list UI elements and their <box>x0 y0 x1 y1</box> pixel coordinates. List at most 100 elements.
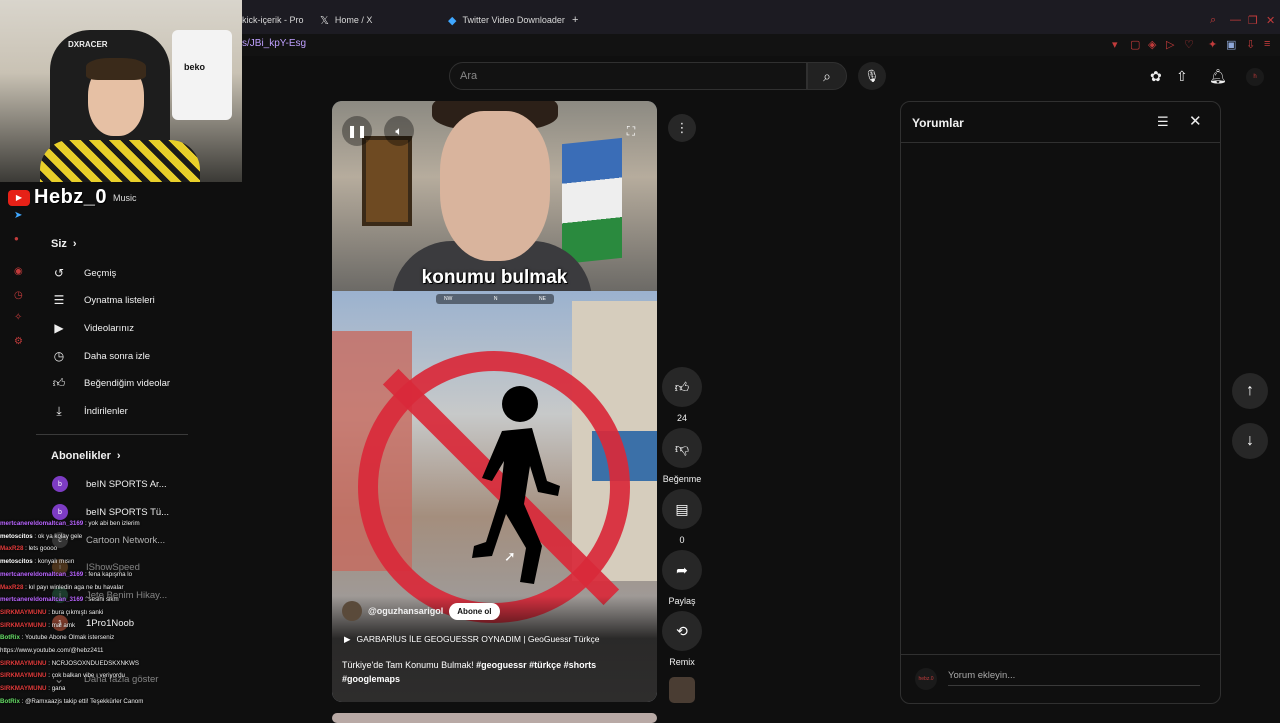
sidebar-item-your-videos[interactable]: ▶ Videolarınız <box>52 318 134 338</box>
close-comments-icon[interactable]: ✕ <box>1189 112 1202 130</box>
share-action[interactable]: ➦ Paylaş <box>662 550 702 606</box>
new-tab-button[interactable]: + <box>572 10 578 30</box>
next-video-button[interactable]: ↓ <box>1232 423 1268 459</box>
chat-username: SIRKMAYMUNU <box>0 672 47 680</box>
like-action[interactable]: 👍︎ 24 <box>662 367 702 423</box>
sidebar-divider <box>36 434 188 435</box>
channel-avatar[interactable] <box>342 601 362 621</box>
close-icon[interactable]: ✕ <box>1266 14 1275 27</box>
minimize-icon[interactable]: — <box>1230 14 1241 26</box>
extension-icon[interactable]: ✦ <box>1208 38 1217 51</box>
pause-button[interactable]: ❚❚ <box>342 116 372 146</box>
remix-icon[interactable]: ⟲ <box>662 611 702 651</box>
sound-thumbnail[interactable] <box>669 677 695 703</box>
sort-comments-icon[interactable]: ☰ <box>1157 114 1169 130</box>
maximize-icon[interactable]: ❐ <box>1248 14 1258 27</box>
sidebar-item-liked-videos[interactable]: 👍︎ Beğendiğim videolar <box>52 373 170 393</box>
play-icon[interactable]: ▷ <box>1166 38 1174 51</box>
screenshot-icon[interactable]: ▢ <box>1130 38 1140 51</box>
shorts-video-player[interactable]: konumu bulmak NW N NE ❚❚ 🔈︎ ⛶ @oguzhansa… <box>332 101 657 702</box>
stream-chat-overlay: mertcanereldomaltcan_3169 : yok abi ben … <box>0 518 200 709</box>
chat-text: sesini sikm <box>88 596 119 604</box>
play-circle-icon[interactable]: ◉ <box>14 266 23 277</box>
chat-text: ok ya kolay gele <box>37 532 83 540</box>
upload-icon[interactable]: ⇧ <box>1176 68 1188 85</box>
more-vert-icon: ⋮ <box>675 120 689 135</box>
sidebar-item-history[interactable]: ↺ Geçmiş <box>52 263 116 283</box>
previous-video-button[interactable]: ↑ <box>1232 373 1268 409</box>
telegram-icon[interactable]: ➤ <box>14 210 22 221</box>
search-icon[interactable]: ⌕ <box>1210 14 1216 27</box>
chat-username: metoscitos <box>0 558 33 566</box>
mouse-cursor-icon: ➚ <box>504 548 516 564</box>
chat-text: gana <box>51 685 66 693</box>
chat-username: metoscitos <box>0 532 33 540</box>
chat-text: fena kapışma lo <box>88 570 133 578</box>
clock-icon[interactable]: ◷ <box>14 290 23 301</box>
tab-twitter-downloader[interactable]: ◆ Twitter Video Downloader <box>448 10 565 30</box>
streamer-name: Hebz_0 <box>34 186 108 208</box>
remix-action[interactable]: ⟲ Remix <box>662 611 702 667</box>
chat-text: @Ramxaazjs takip etti! Teşekkürler Canom <box>25 697 144 705</box>
video-description[interactable]: Türkiye'de Tam Konumu Bulmak! #geoguessr… <box>342 658 642 686</box>
fullscreen-button[interactable]: ⛶ <box>616 116 646 146</box>
pause-icon: ❚❚ <box>346 124 368 138</box>
share-icon[interactable]: ➦ <box>662 550 702 590</box>
search-input[interactable]: Ara <box>449 62 807 90</box>
song-link[interactable]: ▶ GARBARİUS İLE GEOGUESSR OYNADIM | GeoGu… <box>344 634 600 645</box>
sidebar-subscriptions-heading[interactable]: Abonelikler › <box>51 450 121 462</box>
tab-kick[interactable]: kick-içerik - Pro <box>242 10 304 30</box>
menu-icon[interactable]: ≡ <box>1264 38 1270 50</box>
add-comment-input[interactable]: Yorum ekleyin... <box>948 666 1200 686</box>
sidebar-item-playlists[interactable]: ☰ Oynatma listeleri <box>52 290 155 310</box>
more-options-button[interactable]: ⋮ <box>668 114 696 142</box>
profile-icon[interactable]: ▣ <box>1226 38 1236 51</box>
shield-icon[interactable]: ◈ <box>1148 38 1156 51</box>
compass-label: N <box>493 296 498 302</box>
thumbs-up-icon[interactable]: 👍︎ <box>662 367 702 407</box>
extension-icon[interactable]: ✧ <box>14 312 22 323</box>
notifications-bell-icon[interactable]: 🔔︎ <box>1209 68 1227 85</box>
settings-gear-icon[interactable]: ⚙ <box>14 336 23 347</box>
url-text[interactable]: s/JBi_kpY-Esg <box>242 38 306 49</box>
sidebar-item-downloads[interactable]: ⤓ İndirilenler <box>52 401 127 421</box>
search-button[interactable]: ⌕ <box>807 62 847 90</box>
sidebar-item-label: beIN SPORTS Ar... <box>86 478 167 490</box>
webcam-overlay: beko DXRACER <box>0 0 242 182</box>
chat-username: mertcanereldomaltcan_3169 <box>0 596 84 604</box>
compass-label: NW <box>444 296 453 302</box>
next-video-preview[interactable] <box>332 713 657 723</box>
account-avatar[interactable]: h <box>1246 68 1264 86</box>
volume-button[interactable]: 🔈︎ <box>384 116 414 146</box>
sidebar-item-watch-later[interactable]: ◷ Daha sonra izle <box>52 346 150 366</box>
chat-username: BotRix <box>0 697 20 705</box>
sidebar-sub-bein-ar[interactable]: b beIN SPORTS Ar... <box>52 474 167 494</box>
app-icon[interactable]: ● <box>14 234 19 243</box>
download-icon[interactable]: ⇩ <box>1246 38 1255 51</box>
bookmark-icon[interactable]: ▾ <box>1112 38 1118 51</box>
avatar-text: hebz.0 <box>918 676 934 682</box>
chat-message: BotRix : @Ramxaazjs takip etti! Teşekkür… <box>0 697 144 705</box>
subscribe-button[interactable]: Abone ol <box>449 602 500 620</box>
channel-name[interactable]: @oguzhansarigol <box>368 606 443 616</box>
sidebar-item-label: Beğendiğim videolar <box>84 377 171 389</box>
extension-puzzle-icon[interactable]: ✿ <box>1150 68 1162 85</box>
chat-username: mertcanereldomaltcan_3169 <box>0 570 84 578</box>
tab-x-home[interactable]: 𝕏 Home / X <box>320 10 372 30</box>
chevron-right-icon: › <box>116 450 121 462</box>
comments-action[interactable]: ▤ 0 <box>662 489 702 545</box>
sidebar-you-heading[interactable]: Siz › <box>51 238 77 250</box>
chat-text: konyalı mısın <box>37 558 75 566</box>
dislike-action[interactable]: 👎︎ Beğenme <box>662 428 702 484</box>
heart-icon[interactable]: ♡ <box>1184 38 1194 51</box>
sidebar-item-label: Daha sonra izle <box>84 350 151 362</box>
brand-row: ▶ Hebz_0 Music <box>8 186 137 209</box>
chat-text: çok balkan vibe ı veriyordu <box>51 672 125 680</box>
voice-search-button[interactable]: 🎙 <box>858 62 886 90</box>
search-placeholder: Ara <box>460 70 478 82</box>
comment-icon[interactable]: ▤ <box>662 489 702 529</box>
chat-username: MaxR28 <box>0 583 24 591</box>
arrow-up-icon: ↑ <box>1246 382 1254 399</box>
chat-message: SIRKMAYMUNU : gana <box>0 685 66 693</box>
thumbs-down-icon[interactable]: 👎︎ <box>662 428 702 468</box>
